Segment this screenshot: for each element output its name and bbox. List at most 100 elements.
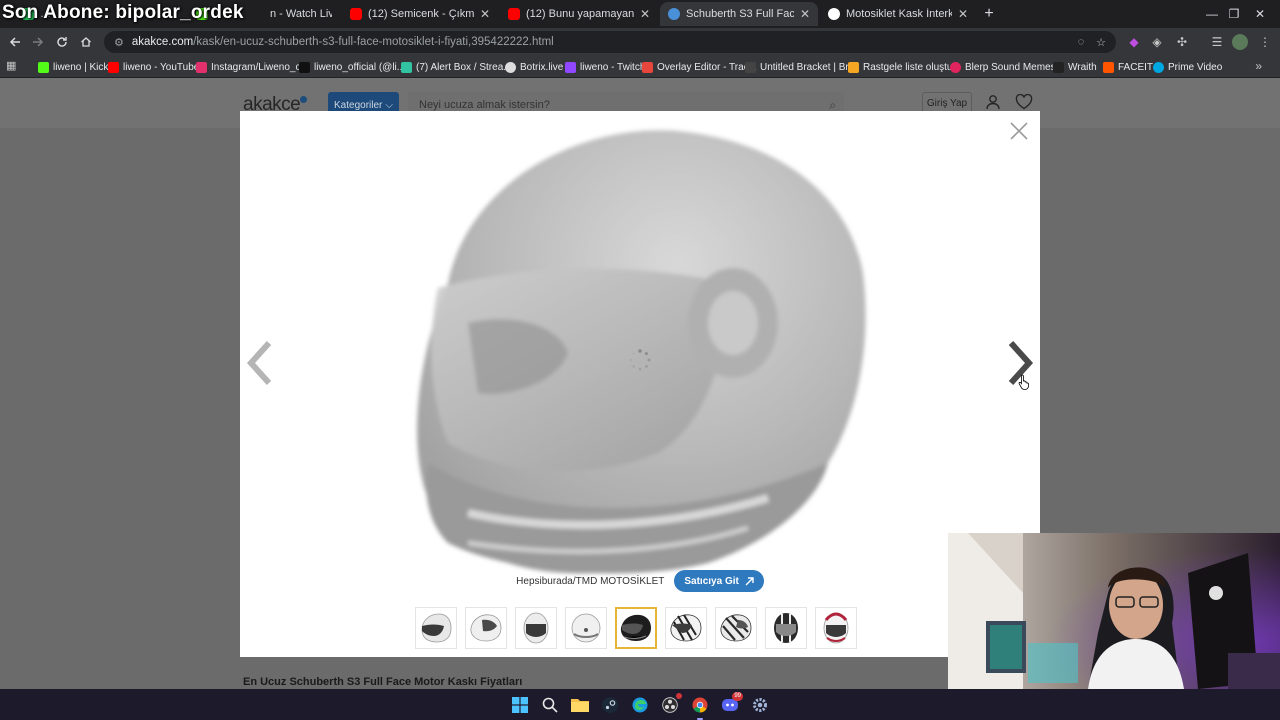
bookmark-item[interactable]: Wraith [1053,59,1097,75]
overlay-editor-icon [642,61,653,73]
steam-icon[interactable] [598,693,622,717]
reading-list-icon[interactable]: ☰ [1208,33,1226,51]
bookmark-item[interactable]: Untitled Bracket | Br... [745,59,857,75]
close-icon [1010,122,1028,140]
profile-avatar[interactable] [1232,34,1248,50]
chevron-left-icon [246,340,272,386]
thumbnail-8[interactable] [765,607,807,649]
thumbnail-6[interactable] [665,607,707,649]
streamlabs-icon [401,61,412,73]
tab-close-icon[interactable]: ✕ [958,7,968,21]
chrome-icon[interactable] [688,693,712,720]
menu-dots-icon[interactable]: ⋮ [1256,33,1274,51]
home-icon [81,37,91,47]
bracket-icon [745,61,756,73]
extensions-puzzle-icon[interactable]: ✣ [1173,33,1191,51]
forward-arrow-icon [33,37,44,47]
thumbnail-strip [415,607,857,649]
seller-row: Hepsiburada/TMD MOTOSİKLET Satıcıya Git [240,569,1040,593]
page-heading: En Ucuz Schuberth S3 Full Face Motor Kas… [243,676,523,688]
bookmarks-bar: ▦ liweno | Kick liweno - YouTube Instagr… [0,56,1280,78]
address-bar[interactable]: ⚙ akakce.com/kask/en-ucuz-schuberth-s3-f… [104,31,1116,53]
previous-image-button[interactable] [243,336,277,390]
discord-badge: 99 [732,691,743,701]
bookmark-star-icon[interactable]: ☆ [1092,31,1110,53]
bookmark-item[interactable]: Botrix.live [505,59,563,75]
file-explorer-icon[interactable] [568,693,592,717]
bookmark-item[interactable]: liweno - YouTube [108,59,199,75]
reload-icon [57,37,67,47]
thumbnail-1[interactable] [415,607,457,649]
home-button[interactable] [76,32,96,52]
list-icon [848,61,859,73]
bookmark-item[interactable]: liweno | Kick [38,59,108,75]
new-tab-button[interactable]: + [979,4,999,24]
taskbar-search-icon[interactable] [538,693,562,717]
thumbnail-5-selected[interactable] [615,607,657,649]
tab-close-icon[interactable]: ✕ [800,7,810,21]
extension-icon[interactable]: ◈ [1148,33,1166,51]
bookmark-item[interactable]: (7) Alert Box / Strea... [401,59,512,75]
bookmark-item[interactable]: Rastgele liste oluştu... [848,59,961,75]
blerp-icon [950,61,961,73]
more-bookmarks-icon[interactable]: » [1255,59,1262,73]
bookmark-item[interactable]: Instagram/Liweno_o... [196,59,309,75]
tab-favicon [828,8,840,20]
tab-5-active[interactable]: Schuberth S3 Full Face Motor K ✕ [660,2,818,26]
tab-4[interactable]: (12) Bunu yapamayan Motorcu ✕ [500,2,658,26]
tab-3[interactable]: (12) Semicenk - Çıkmaz Bir ✕ [342,2,498,26]
akakce-favicon-icon [668,8,680,20]
forward-button[interactable] [28,32,48,52]
thumbnail-7[interactable] [715,607,757,649]
extension-twitch-icon[interactable]: ◆ [1125,33,1143,51]
botrix-icon [505,61,516,73]
bookmark-item[interactable]: liweno - Twitch [565,59,645,75]
youtube-icon [350,8,362,20]
site-info-icon[interactable]: ⚙ [114,36,124,49]
faceit-icon [1103,61,1114,73]
apps-grid-icon[interactable]: ▦ [6,60,18,72]
tab-6[interactable]: Motosiklet Kask İnterkomu Ne ✕ [820,2,976,26]
tab-close-icon[interactable]: ✕ [640,7,650,21]
streamer-webcam [948,533,1280,689]
youtube-icon [508,8,520,20]
stream-overlay-text: Son Abone: bipolar_ordek [2,2,244,23]
windows-taskbar: 99 [0,689,1280,720]
image-gallery-modal: Hepsiburada/TMD MOTOSİKLET Satıcıya Git [240,111,1040,657]
external-link-icon [745,576,754,585]
youtube-icon [108,61,119,73]
tab-close-icon[interactable]: ✕ [480,7,490,21]
go-to-seller-button[interactable]: Satıcıya Git [674,570,764,592]
bookmark-item[interactable]: FACEIT [1103,59,1153,75]
discord-icon[interactable]: 99 [718,691,743,717]
tab-title: (12) Bunu yapamayan Motorcu [526,8,634,20]
thumbnail-2[interactable] [465,607,507,649]
back-arrow-icon [9,37,20,47]
tiktok-icon [299,61,310,73]
eye-off-icon[interactable]: ◌ [1072,31,1090,53]
windows-start-icon[interactable] [508,693,532,717]
wraith-icon [1053,61,1064,73]
seller-name: Hepsiburada/TMD MOTOSİKLET [516,575,665,587]
reload-button[interactable] [52,32,72,52]
thumbnail-3[interactable] [515,607,557,649]
tab-title: Schuberth S3 Full Face Motor K [686,8,794,20]
loading-spinner-icon [628,348,652,372]
close-window-button[interactable]: ✕ [1240,0,1280,28]
tab-title: (12) Semicenk - Çıkmaz Bir [368,8,474,20]
edge-icon[interactable] [628,693,652,717]
close-modal-button[interactable] [1009,121,1029,141]
thumbnail-9[interactable] [815,607,857,649]
thumbnail-4[interactable] [565,607,607,649]
back-button[interactable] [5,32,25,52]
tab-title: Motosiklet Kask İnterkomu Ne [846,8,952,20]
url-text: akakce.com/kask/en-ucuz-schuberth-s3-ful… [131,36,554,48]
bookmark-item[interactable]: liweno_official (@li... [299,59,405,75]
obs-icon[interactable] [658,692,682,717]
prime-video-icon [1153,61,1164,73]
settings-icon[interactable] [748,693,772,717]
bookmark-item[interactable]: Overlay Editor - Trac... [642,59,757,75]
notification-dot [676,692,682,699]
bookmark-item[interactable]: Prime Video [1153,59,1222,75]
bookmark-item[interactable]: Blerp Sound Memes... [950,59,1064,75]
